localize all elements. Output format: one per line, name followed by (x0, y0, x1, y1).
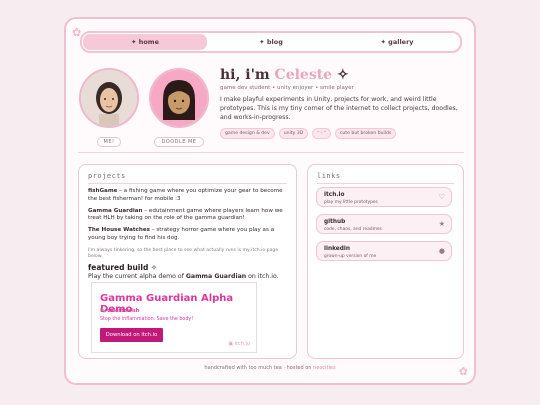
dot-icon: ● (438, 247, 445, 255)
tab-home[interactable]: ✦ home (83, 34, 207, 50)
sparkle-icon: ✧ (336, 67, 349, 83)
avatar-photo-block: ME! (78, 68, 140, 147)
tag: game design & dev (220, 127, 275, 139)
photo-avatar (79, 68, 139, 128)
star-icon: ★ (438, 220, 445, 228)
tag-list: game design & dev unity 3D ᵔ ᵕ ᵔ cute bu… (220, 127, 470, 139)
projects-note: I'm always tinkering, so the best place … (88, 247, 279, 260)
link-item-linkedin[interactable]: linkedin grown-up version of me ● (316, 241, 452, 261)
avatar-label-doodle: DOODLE ME (154, 137, 204, 147)
hero-name: Celeste (274, 67, 333, 83)
footer-text: handcrafted with too much tea · hosted o… (204, 365, 314, 371)
projects-title: projects (88, 172, 126, 180)
itch-brand: ▣ itch.io (228, 341, 250, 347)
hero-greeting: hi, i'm (220, 67, 270, 83)
links-panel: links itch.io play my little prototypes … (307, 164, 464, 359)
hero-description: I make playful experiments in Unity, pro… (220, 96, 458, 121)
link-name: itch.io (324, 192, 345, 198)
top-nav: ✦ home ✦ blog ✦ gallery (80, 31, 462, 53)
link-desc: play my little prototypes (324, 200, 378, 205)
project-name[interactable]: The House Watches (88, 227, 150, 233)
widget-byline: by celestewish (100, 309, 139, 314)
heart-icon: ♡ (438, 193, 445, 201)
footer-host-link[interactable]: neocities (313, 365, 335, 371)
links-title: links (317, 172, 341, 180)
tag: ᵔ ᵕ ᵔ (312, 127, 331, 139)
doodle-avatar (149, 68, 209, 128)
project-name[interactable]: Gamma Guardian (88, 208, 143, 214)
footer: handcrafted with too much tea · hosted o… (66, 365, 474, 371)
hero-title: hi, i'm Celeste ✧ (220, 67, 470, 83)
link-name: github (324, 219, 346, 225)
project-item: Gamma Guardian – edutainment game where … (88, 208, 287, 224)
project-item: The House Watches – strategy horror game… (88, 227, 287, 243)
project-name[interactable]: fishGame (88, 188, 117, 194)
featured-sub-prefix: Play the current alpha demo of (88, 272, 186, 280)
link-item-github[interactable]: github code, chaos, and readmes ★ (316, 214, 452, 234)
tab-gallery[interactable]: ✦ gallery (335, 34, 459, 50)
featured-heading: featured build ✧ (88, 262, 158, 272)
avatar-label-me: ME! (96, 137, 122, 147)
tab-blog[interactable]: ✦ blog (209, 34, 333, 50)
itch-widget: Gamma Guardian Alpha Demo by celestewish… (91, 282, 257, 353)
download-button[interactable]: Download on itch.io (100, 328, 163, 342)
link-name: linkedin (324, 246, 350, 252)
avatar-doodle-block: DOODLE ME (148, 68, 210, 147)
itch-brand-text: itch.io (234, 341, 250, 347)
tag: unity 3D (278, 127, 309, 139)
itch-logo-icon: ▣ (228, 341, 234, 347)
main-card: ✿ ✿ ✦ home ✦ blog ✦ gallery ME! DOODLE M… (64, 17, 476, 385)
featured-game-name: Gamma Guardian (185, 272, 247, 280)
divider (78, 152, 464, 153)
featured-subtitle: Play the current alpha demo of Gamma Gua… (88, 273, 287, 280)
projects-panel: projects fishGame – a fishing game where… (78, 164, 297, 359)
hero-subtitle: game dev student • unity enjoyer • smile… (220, 85, 354, 91)
links-rule (317, 183, 454, 184)
project-desc: – a fishing game where you optimize your… (88, 188, 283, 202)
tag: cute but broken builds (334, 127, 397, 139)
widget-author[interactable]: celestewish (107, 309, 139, 314)
link-desc: grown-up version of me (324, 254, 377, 259)
hero-section: hi, i'm Celeste ✧ game dev student • uni… (220, 67, 470, 139)
project-item: fishGame – a fishing game where you opti… (88, 188, 287, 204)
link-desc: code, chaos, and readmes (324, 227, 382, 232)
widget-tagline: Stop the inflammation. Save the body! (100, 317, 194, 322)
link-item-itchio[interactable]: itch.io play my little prototypes ♡ (316, 187, 452, 207)
featured-sub-suffix: on itch.io. (246, 272, 279, 280)
projects-rule (88, 183, 287, 184)
